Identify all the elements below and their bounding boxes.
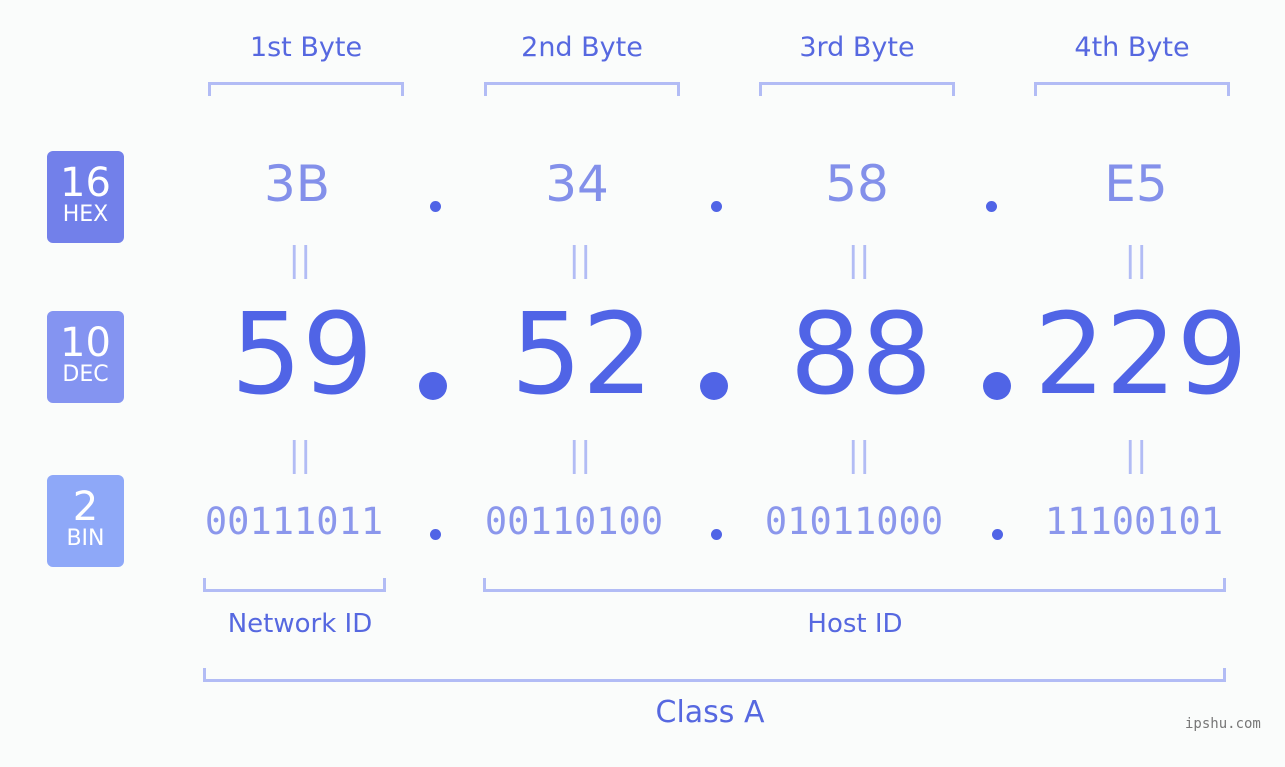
class-bracket [203, 668, 1226, 682]
dec-separator-dot [700, 372, 728, 400]
hex-byte-3: 58 [825, 155, 889, 213]
hex-separator-dot [986, 201, 997, 212]
equals-sign: || [568, 435, 592, 475]
equals-sign: || [847, 240, 871, 280]
dec-base-label: DEC [62, 362, 109, 387]
hex-separator-dot [711, 201, 722, 212]
dec-byte-4: 229 [1034, 290, 1248, 420]
byte-1-bracket [208, 82, 404, 96]
bin-separator-dot [711, 529, 722, 540]
bin-byte-4: 11100101 [1044, 500, 1224, 543]
hex-byte-4: E5 [1104, 155, 1168, 213]
byte-2-bracket [484, 82, 680, 96]
dec-separator-dot [419, 372, 447, 400]
dec-byte-2: 52 [510, 290, 654, 420]
dec-byte-1: 59 [230, 290, 374, 420]
bin-separator-dot [430, 529, 441, 540]
hex-byte-1: 3B [263, 155, 331, 213]
host-id-bracket [483, 578, 1226, 592]
dec-byte-3: 88 [789, 290, 933, 420]
byte-3-bracket [759, 82, 955, 96]
hex-base-label: HEX [62, 202, 109, 227]
bin-byte-2: 00110100 [484, 500, 664, 543]
hex-base-number: 16 [60, 160, 111, 206]
equals-sign: || [847, 435, 871, 475]
byte-3-label: 3rd Byte [799, 32, 915, 63]
hex-separator-dot [430, 201, 441, 212]
network-id-label: Network ID [227, 609, 373, 639]
dec-base-number: 10 [60, 320, 111, 366]
equals-sign: || [1124, 240, 1148, 280]
equals-sign: || [568, 240, 592, 280]
equals-sign: || [288, 240, 312, 280]
byte-4-label: 4th Byte [1074, 32, 1190, 63]
dec-badge: 10 DEC [47, 311, 124, 403]
bin-base-number: 2 [72, 484, 99, 530]
hex-badge: 16 HEX [47, 151, 124, 243]
bin-byte-3: 01011000 [764, 500, 944, 543]
bin-separator-dot [992, 529, 1003, 540]
equals-sign: || [1124, 435, 1148, 475]
hex-byte-2: 34 [545, 155, 609, 213]
class-label: Class A [655, 695, 765, 730]
equals-sign: || [288, 435, 312, 475]
bin-byte-1: 00111011 [204, 500, 384, 543]
dec-separator-dot [983, 372, 1011, 400]
watermark: ipshu.com [1185, 716, 1261, 732]
bin-badge: 2 BIN [47, 475, 124, 567]
byte-4-bracket [1034, 82, 1230, 96]
byte-1-label: 1st Byte [249, 32, 363, 63]
bin-base-label: BIN [66, 526, 105, 551]
host-id-label: Host ID [807, 609, 903, 639]
byte-2-label: 2nd Byte [521, 32, 643, 63]
network-id-bracket [203, 578, 386, 592]
